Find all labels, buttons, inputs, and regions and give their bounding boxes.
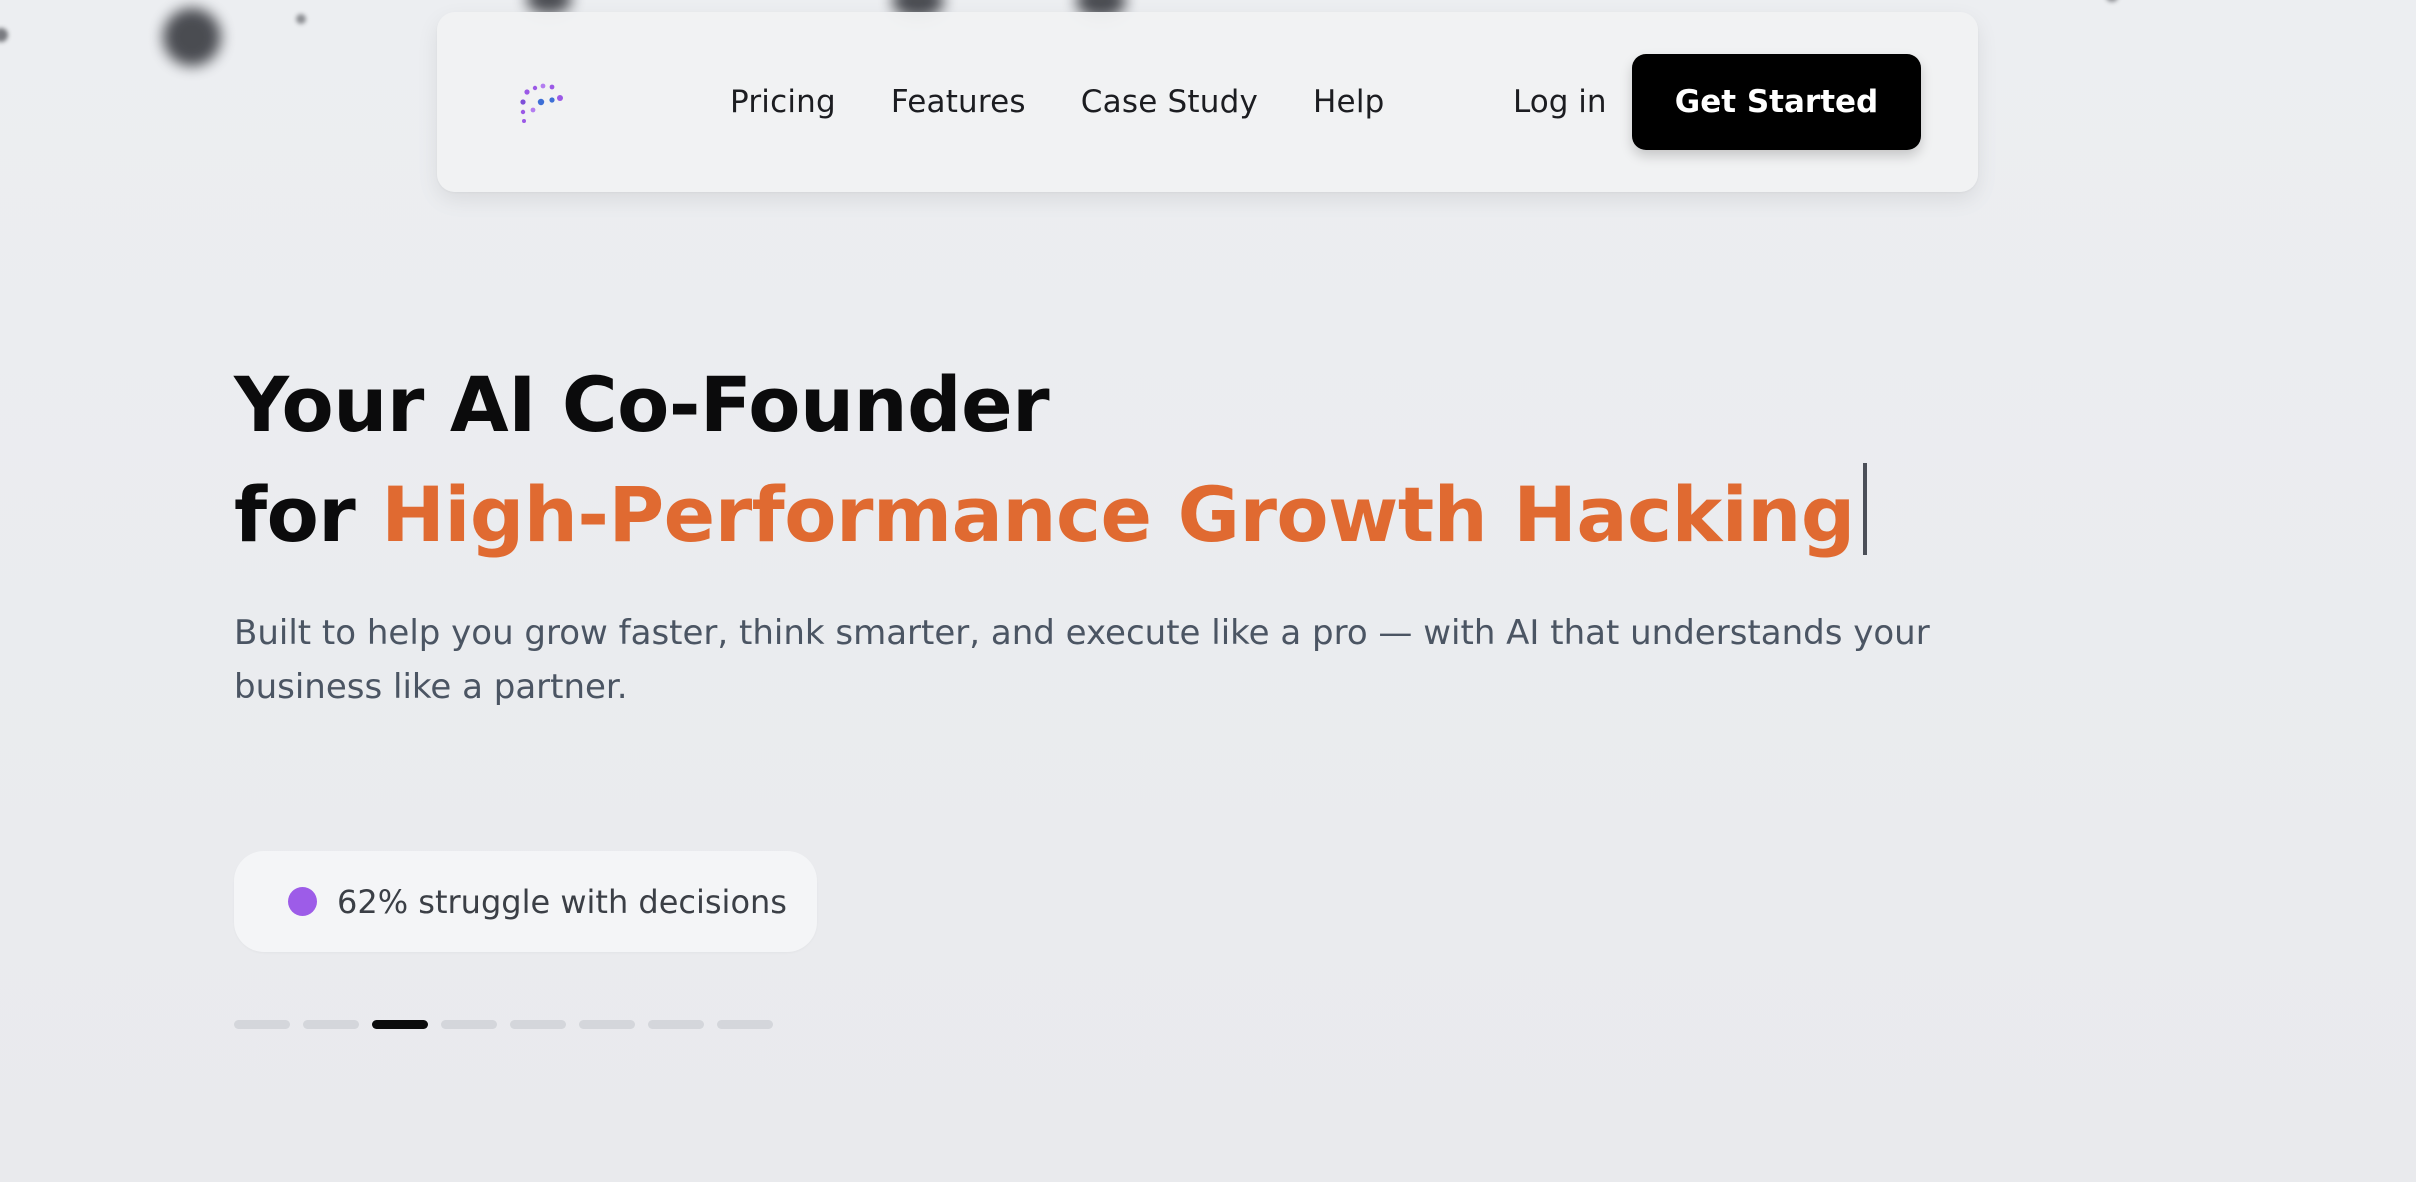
carousel-indicator[interactable] [303,1020,359,1029]
nav-link-case-study[interactable]: Case Study [1081,84,1258,120]
headline-prefix: for [234,470,356,559]
hero-headline: Your AI Co-Founder for High-Performance G… [234,350,1867,570]
carousel-indicator[interactable] [717,1020,773,1029]
typing-cursor [1862,463,1867,555]
nav-links: Pricing Features Case Study Help [730,12,1385,192]
nav-link-features[interactable]: Features [891,84,1026,120]
carousel-pager [234,1020,773,1029]
decorative-dot [2106,0,2118,2]
login-link[interactable]: Log in [1513,12,1606,192]
top-navbar: Pricing Features Case Study Help Log in … [437,12,1978,192]
stat-pill: 62% struggle with decisions [234,851,817,952]
decorative-dot [296,14,306,24]
headline-accent: High-Performance Growth Hacking [381,470,1855,559]
dotted-logo-icon[interactable] [519,80,571,132]
carousel-indicator[interactable] [441,1020,497,1029]
stat-text: 62% struggle with decisions [337,882,787,921]
nav-link-help[interactable]: Help [1313,84,1384,120]
nav-link-pricing[interactable]: Pricing [730,84,836,120]
decorative-dot [163,8,221,66]
headline-line-1: Your AI Co-Founder [234,360,1050,449]
status-dot-icon [288,887,317,916]
carousel-indicator[interactable] [510,1020,566,1029]
carousel-indicator[interactable] [372,1020,428,1029]
decorative-dot [0,28,8,42]
get-started-button[interactable]: Get Started [1632,54,1921,150]
hero-subtitle: Built to help you grow faster, think sma… [234,613,1930,707]
carousel-indicator[interactable] [234,1020,290,1029]
carousel-indicator[interactable] [648,1020,704,1029]
carousel-indicator[interactable] [579,1020,635,1029]
